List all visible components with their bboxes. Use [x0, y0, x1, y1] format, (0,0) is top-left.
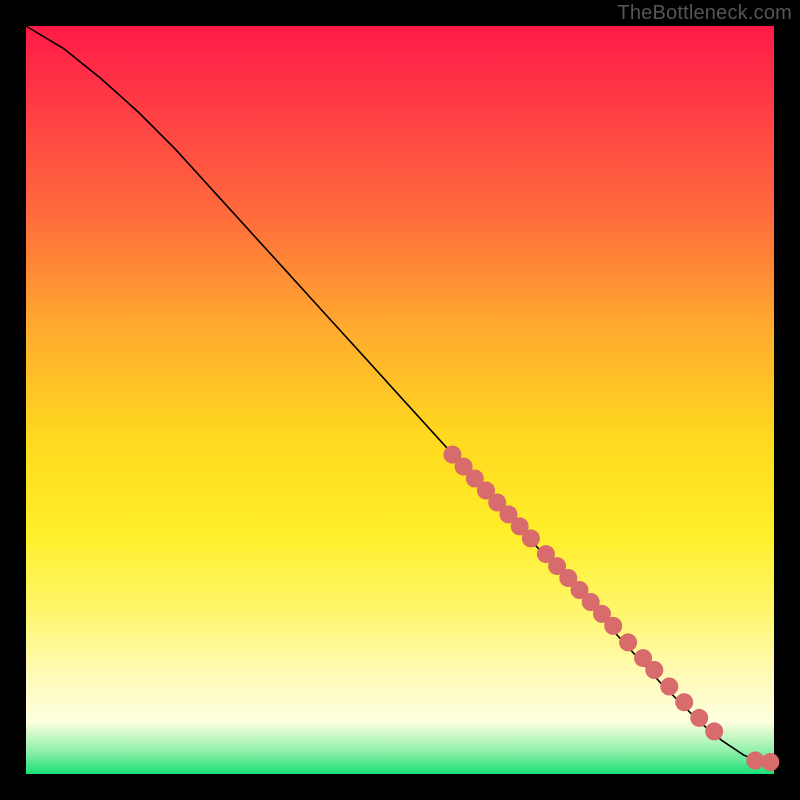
bottleneck-curve	[26, 26, 774, 763]
data-point	[522, 529, 540, 547]
chart-overlay	[26, 26, 774, 774]
data-point	[604, 617, 622, 635]
watermark: TheBottleneck.com	[617, 2, 792, 25]
data-point	[675, 693, 693, 711]
data-point	[690, 709, 708, 727]
chart-frame: TheBottleneck.com	[0, 0, 800, 800]
data-point	[705, 722, 723, 740]
data-point	[645, 661, 663, 679]
data-point	[761, 753, 779, 771]
data-point	[619, 633, 637, 651]
data-point	[660, 678, 678, 696]
highlighted-points	[443, 446, 779, 771]
